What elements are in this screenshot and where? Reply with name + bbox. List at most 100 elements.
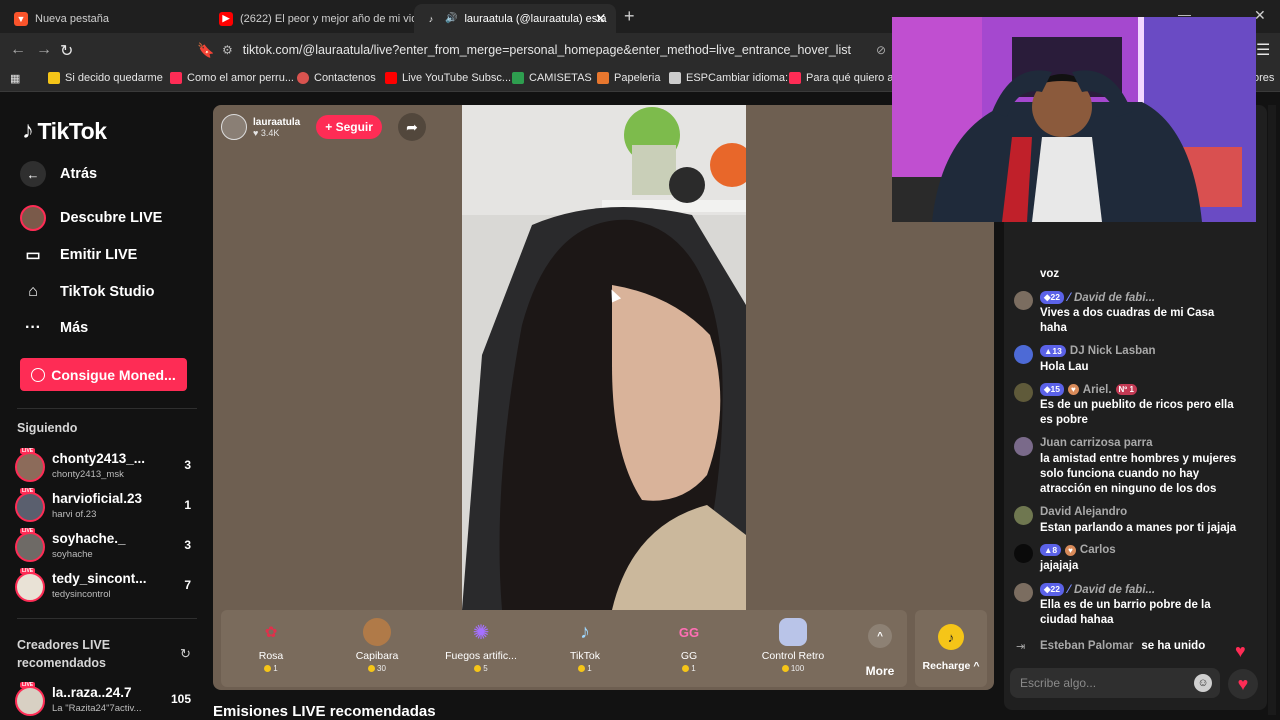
recharge-button[interactable]: ♪ Recharge ^ <box>915 610 987 687</box>
avatar[interactable] <box>1014 437 1033 456</box>
following-item[interactable]: LIVE harvioficial.23 harvi of.23 1 <box>15 488 195 525</box>
tab-title: lauraatula (@lauraatula) está <box>464 12 607 25</box>
coin-icon <box>781 665 789 673</box>
apps-icon[interactable]: ▦ <box>10 72 20 85</box>
level-value: 15 <box>1050 384 1061 394</box>
avatar[interactable] <box>1014 544 1033 563</box>
sidebar-item-label: Descubre LIVE <box>60 210 163 226</box>
gift-price-value: 30 <box>377 664 386 673</box>
bookmark-item[interactable]: Papeleria <box>597 72 660 84</box>
avatar[interactable] <box>1014 583 1033 602</box>
new-tab-button[interactable]: + <box>624 6 635 27</box>
bookmark-item[interactable]: ESPCambiar idioma: <box>669 72 788 84</box>
url-field[interactable]: ⚙ tiktok.com/@lauraatula/live?enter_from… <box>222 37 882 63</box>
sidebar: ♪ TikTok ← Atrás Descubre LIVE ▭ Emitir … <box>0 93 210 720</box>
bookmark-favicon <box>789 72 801 84</box>
gift-price-value: 1 <box>691 664 696 673</box>
tiktok-logo[interactable]: ♪ TikTok <box>22 117 107 145</box>
bookmark-item[interactable]: CAMISETAS <box>512 72 592 84</box>
no-tracking-icon[interactable]: ⊘ <box>876 43 886 57</box>
camera-icon: ▭ <box>25 247 41 264</box>
gift-gg[interactable]: GG GG 1 <box>639 618 739 674</box>
bookmark-item[interactable]: Si decido quedarme <box>48 72 163 84</box>
bookmark-item[interactable]: Para qué quiero asp <box>789 72 905 84</box>
share-icon[interactable]: ➦ <box>397 113 426 141</box>
avatar[interactable] <box>1014 345 1033 364</box>
coin-icon <box>31 367 46 382</box>
stream-video[interactable] <box>462 105 746 610</box>
close-tab-icon[interactable]: ✕ <box>595 11 606 27</box>
avatar <box>15 572 45 602</box>
speaker-icon[interactable]: 🔊 <box>445 13 457 24</box>
gift-retro-controller[interactable]: Control Retro 100 <box>743 618 843 673</box>
chat-username[interactable]: David de fabi... <box>1074 584 1155 596</box>
fan-heart-icon: ♥ <box>1065 544 1076 556</box>
gift-fireworks[interactable]: ✺ Fuegos artific... 5 <box>431 618 531 674</box>
chat-username[interactable]: David de fabi... <box>1074 292 1155 304</box>
scrollbar[interactable] <box>1268 105 1276 715</box>
bookmark-icon[interactable]: 🔖 <box>197 42 214 59</box>
menu-icon[interactable]: ☰ <box>1256 40 1270 60</box>
chat-username[interactable]: DJ Nick Lasban <box>1070 345 1156 357</box>
bookmark-item[interactable]: Live YouTube Subsc... <box>385 72 511 84</box>
chat-username[interactable]: Carlos <box>1080 544 1116 556</box>
following-item[interactable]: LIVE soyhache._ soyhache 3 <box>15 528 195 565</box>
avatar <box>15 686 45 716</box>
gift-name: Capibara <box>355 650 399 662</box>
more-gifts-button[interactable]: ^ More <box>860 624 900 678</box>
avatar[interactable] <box>1014 291 1033 310</box>
sidebar-item-more[interactable]: ··· Más <box>20 315 88 341</box>
host-name[interactable]: lauraatula <box>253 117 300 128</box>
following-name: tedy_sincont... <box>52 571 147 586</box>
chat-username[interactable]: Juan carrizosa parra <box>1040 437 1153 449</box>
forward-arrow-icon[interactable]: → <box>36 41 52 59</box>
chat-username[interactable]: David Alejandro <box>1040 506 1127 518</box>
level-badge: ▲13 <box>1040 345 1066 357</box>
host-avatar[interactable] <box>221 114 247 140</box>
rose-icon: ✿ <box>264 624 278 641</box>
sidebar-item-discover-live[interactable]: Descubre LIVE <box>20 205 162 231</box>
chat-username[interactable]: Ariel. <box>1083 384 1112 396</box>
tab-youtube[interactable]: ▶ (2622) El peor y mejor año de mi vida <box>209 4 414 33</box>
reload-icon[interactable]: ↻ <box>60 41 73 61</box>
tab-title: (2622) El peor y mejor año de mi vida <box>240 12 414 25</box>
sidebar-item-studio[interactable]: ⌂ TikTok Studio <box>20 279 154 305</box>
live-stream-player[interactable]: lauraatula ♥ 3.4K + Seguir ➦ ✿ Rosa 1 Ca… <box>213 105 994 690</box>
avatar[interactable] <box>1014 506 1033 525</box>
gift-price: 1 <box>221 664 321 673</box>
get-coins-button[interactable]: Consigue Moned... <box>20 358 187 391</box>
chat-input[interactable]: Escribe algo... <box>1010 668 1220 698</box>
tab-tiktok-live[interactable]: ♪ 🔊 lauraatula (@lauraatula) está ✕ <box>414 4 616 33</box>
back-button[interactable]: ← Atrás <box>20 161 97 187</box>
bookmark-item[interactable]: Contactenos <box>297 72 376 84</box>
top-rank-badge: Nº 1 <box>1115 384 1137 395</box>
gift-rose[interactable]: ✿ Rosa 1 <box>221 618 321 673</box>
refresh-icon[interactable]: ↻ <box>180 646 191 662</box>
gift-tiktok[interactable]: ♪ TikTok 1 <box>535 618 635 674</box>
tab-new-tab[interactable]: ▼ Nueva pestaña <box>4 4 209 33</box>
emoji-icon[interactable]: ☺ <box>1194 674 1212 692</box>
chevron-up-icon: ^ <box>868 624 892 648</box>
chat-username[interactable]: Esteban Palomar <box>1040 640 1133 652</box>
gift-capybara[interactable]: Capibara 30 <box>327 618 427 673</box>
follow-button[interactable]: + Seguir <box>316 115 382 139</box>
brave-icon: ▼ <box>14 11 28 26</box>
get-coins-label: Consigue Moned... <box>51 366 176 383</box>
sidebar-item-go-live[interactable]: ▭ Emitir LIVE <box>20 242 137 268</box>
following-item[interactable]: LIVE chonty2413_... chonty2413_msk 3 <box>15 448 195 485</box>
like-heart-button[interactable]: ♥ <box>1228 669 1258 699</box>
capybara-icon <box>363 618 391 646</box>
gift-price-value: 1 <box>587 664 592 673</box>
bookmark-favicon <box>297 72 309 84</box>
recommended-item[interactable]: LIVE la..raza..24.7 La "Razita24"7activ.… <box>15 682 195 719</box>
bookmark-overflow[interactable]: ores <box>1253 72 1274 84</box>
site-settings-icon[interactable]: ⚙ <box>222 43 233 57</box>
following-item[interactable]: LIVE tedy_sincont... tedysincontrol 7 <box>15 568 195 605</box>
bookmark-item[interactable]: Como el amor perru... <box>170 72 294 84</box>
coin-icon <box>474 665 482 673</box>
level-value: 8 <box>1052 545 1058 555</box>
gift-name: Fuegos artific... <box>445 650 517 662</box>
avatar[interactable] <box>1014 383 1033 402</box>
back-arrow-icon[interactable]: ← <box>10 41 26 59</box>
level-value: 22 <box>1050 292 1061 302</box>
